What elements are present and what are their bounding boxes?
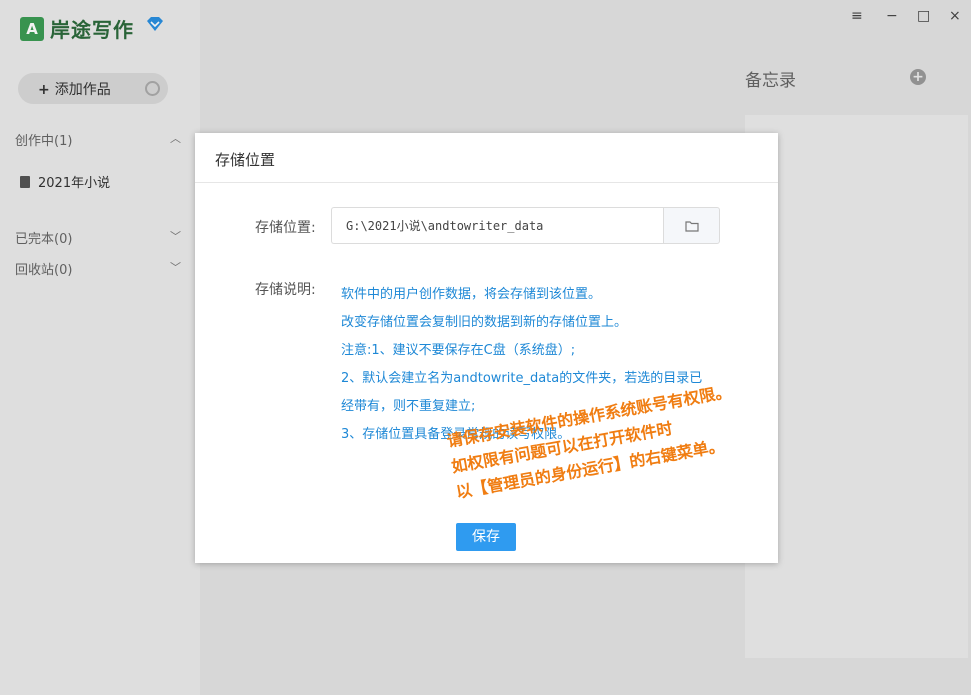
dialog-title: 存储位置: [215, 151, 276, 169]
description-label: 存储说明:: [255, 282, 316, 298]
permission-annotation: 请保存安装软件的操作系统账号有权限。 如权限有问题可以在打开软件时 以【管理员的…: [445, 379, 742, 506]
browse-folder-button[interactable]: [663, 207, 720, 244]
storage-location-dialog: 存储位置 存储位置: G:\2021小说\andtowriter_data 存储…: [195, 133, 778, 563]
path-label: 存储位置:: [255, 220, 316, 236]
save-button[interactable]: 保存: [456, 523, 516, 551]
folder-icon: [685, 221, 699, 232]
description-line: 经带有，则不重复建立;: [341, 399, 476, 414]
storage-path-input[interactable]: G:\2021小说\andtowriter_data: [331, 207, 663, 244]
description-line: 2、默认会建立名为andtowrite_data的文件夹，若选的目录已: [341, 371, 703, 386]
description-line: 改变存储位置会复制旧的数据到新的存储位置上。: [341, 315, 628, 330]
description-line: 注意:1、建议不要保存在C盘（系统盘）;: [341, 343, 576, 358]
divider: [195, 182, 778, 183]
description-line: 软件中的用户创作数据，将会存储到该位置。: [341, 287, 602, 302]
